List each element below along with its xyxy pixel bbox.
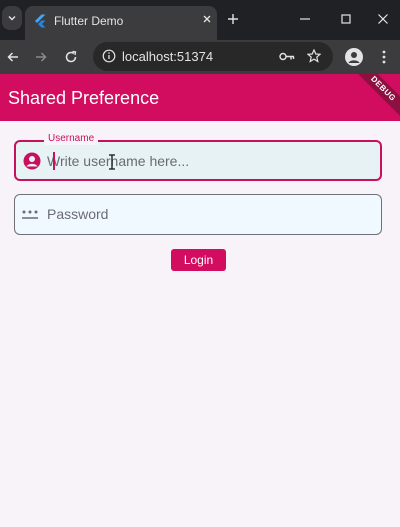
info-icon[interactable] [102,49,116,63]
username-field[interactable]: Username Write username here... [14,133,382,181]
username-input[interactable]: Write username here... [47,153,189,169]
browser-tab[interactable]: Flutter Demo [25,6,217,40]
chevron-down-icon [8,16,16,21]
debug-banner: DEBUG [346,74,400,121]
menu-button[interactable] [374,47,394,67]
flutter-logo-icon [35,14,46,28]
new-tab-button[interactable] [224,10,242,28]
more-vert-icon [382,50,386,64]
reload-button[interactable] [61,47,81,67]
page-title: Shared Preference [8,88,160,108]
url-text: localhost:51374 [122,49,214,64]
browser-tab-strip: Flutter Demo [0,0,400,40]
key-icon[interactable] [279,50,295,63]
close-window-button[interactable] [375,11,391,27]
arrow-back-icon [7,52,18,62]
password-field[interactable]: Password [14,194,382,235]
text-cursor-icon [109,154,115,170]
tab-close-button[interactable] [199,11,215,27]
avatar-icon [345,48,363,66]
address-bar[interactable]: localhost:51374 [93,42,333,71]
minimize-button[interactable] [297,11,313,27]
maximize-icon [341,14,351,24]
login-button[interactable]: Login [171,249,226,271]
text-caret [53,152,55,170]
close-icon [203,15,211,23]
plus-icon [228,14,238,24]
forward-button[interactable] [31,47,51,67]
maximize-button[interactable] [338,11,354,27]
arrow-forward-icon [36,52,47,62]
profile-button[interactable] [344,47,364,67]
tab-search-button[interactable] [2,6,22,30]
close-icon [378,14,388,24]
password-input[interactable]: Password [47,206,108,222]
browser-toolbar: localhost:51374 [0,40,400,74]
tab-title: Flutter Demo [54,14,124,28]
password-dots-icon [21,206,39,224]
minimize-icon [300,18,310,20]
account-circle-icon [23,152,41,170]
username-label: Username [44,133,99,145]
back-button[interactable] [3,47,23,67]
reload-icon [65,50,77,63]
star-icon[interactable] [307,49,321,63]
app-bar: Shared Preference DEBUG [0,74,400,121]
